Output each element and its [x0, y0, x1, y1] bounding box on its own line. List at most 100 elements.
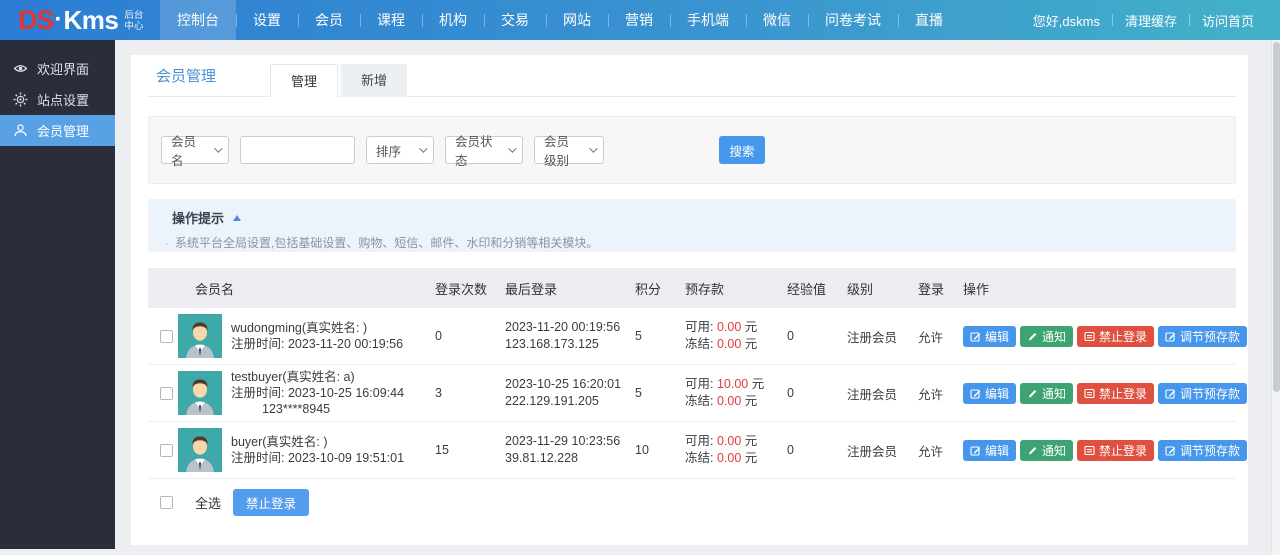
pencil-icon	[1029, 332, 1037, 340]
top-menu-wechat[interactable]: 微信	[746, 0, 808, 40]
logo-dot: ·	[54, 6, 63, 33]
notify-button[interactable]: 通知	[1020, 382, 1074, 404]
login-status: 允许	[918, 387, 944, 402]
header-level: 级别	[847, 281, 874, 297]
row-actions: 编辑 通知 禁止登录 调节预存款	[953, 439, 1248, 461]
visit-home-link[interactable]: 访问首页	[1190, 11, 1266, 30]
last-login-cell: 2023-11-20 00:19:56 123.168.173.125	[495, 319, 625, 353]
deposit-frozen: 0.00	[716, 337, 742, 351]
bulk-action-row: 全选 禁止登录	[148, 489, 1236, 516]
login-count: 0	[435, 329, 442, 343]
row-checkbox[interactable]	[160, 387, 173, 401]
member-level: 注册会员	[847, 444, 898, 459]
exp-value: 0	[787, 329, 794, 343]
sidebar-item-site-settings[interactable]: 站点设置	[0, 84, 115, 115]
top-menu-courses[interactable]: 课程	[360, 0, 422, 40]
row-actions: 编辑 通知 禁止登录 调节预存款	[953, 325, 1248, 347]
tab-add-new[interactable]: 新增	[341, 64, 408, 97]
tips-text: · 系统平台全局设置,包括基础设置、购物、短信、邮件、水印和分销等相关模块。	[165, 236, 599, 250]
member-cell: testbuyer(真实姓名: a) 注册时间: 2023-10-25 16:0…	[178, 369, 425, 417]
header-exp: 经验值	[787, 281, 827, 297]
filter-bar: 会员名 排序 会员状态 会员级别 搜索	[148, 116, 1236, 184]
select-all-checkbox[interactable]	[160, 495, 173, 509]
member-name: buyer(真实姓名: )	[231, 435, 328, 449]
top-menu-settings[interactable]: 设置	[236, 0, 298, 40]
chevron-down-icon	[508, 144, 517, 153]
member-level-select[interactable]: 会员级别	[534, 135, 604, 168]
forbid-login-button[interactable]: 禁止登录	[1077, 382, 1155, 404]
notify-button[interactable]: 通知	[1020, 325, 1074, 347]
tips-title: 操作提示	[172, 211, 225, 226]
search-button[interactable]: 搜索	[719, 136, 765, 164]
operation-tips-panel: 操作提示 · 系统平台全局设置,包括基础设置、购物、短信、邮件、水印和分销等相关模…	[148, 199, 1236, 252]
last-login-time: 2023-11-20 00:19:56	[505, 320, 621, 334]
avatar	[178, 428, 222, 472]
ban-icon	[1084, 388, 1095, 398]
sort-select[interactable]: 排序	[366, 136, 434, 164]
sidebar-item-member-management[interactable]: 会员管理	[0, 115, 115, 146]
top-menu-live[interactable]: 直播	[898, 0, 960, 40]
top-menu-mobile[interactable]: 手机端	[670, 0, 746, 40]
deposit-available: 10.00	[716, 377, 749, 391]
member-status-select[interactable]: 会员状态	[445, 135, 523, 168]
top-menu: 控制台 设置 会员 课程 机构 交易 网站 营销 手机端 微信 问卷考试 直播	[160, 0, 960, 40]
member-name-select[interactable]: 会员名	[161, 135, 229, 168]
scrollbar-thumb[interactable]	[1273, 42, 1280, 392]
top-navbar: DS · Kms 后台 中心 控制台 设置 会员 课程 机构 交易 网站 营销 …	[0, 0, 1280, 40]
table-row: wudongming(真实姓名: ) 注册时间: 2023-11-20 00:1…	[148, 308, 1248, 365]
deposit-cell: 可用: 0.00 元 冻结: 0.00 元	[685, 320, 758, 351]
sidebar-item-welcome[interactable]: 欢迎界面	[0, 53, 115, 84]
member-level: 注册会员	[847, 387, 898, 402]
clear-cache-link[interactable]: 清理缓存	[1113, 11, 1189, 30]
edit-button[interactable]: 编辑	[963, 439, 1017, 461]
deposit-cell: 可用: 0.00 元 冻结: 0.00 元	[685, 434, 758, 465]
top-menu-console[interactable]: 控制台	[160, 0, 236, 40]
logo-kms: Kms	[63, 4, 119, 35]
deposit-available: 0.00	[716, 434, 742, 448]
notify-button[interactable]: 通知	[1020, 439, 1074, 461]
member-cell: buyer(真实姓名: ) 注册时间: 2023-10-09 19:51:01	[178, 428, 425, 472]
header-last-login: 最后登录	[505, 281, 558, 297]
row-checkbox[interactable]	[160, 444, 173, 458]
row-checkbox[interactable]	[160, 330, 173, 344]
deposit-available: 0.00	[716, 320, 742, 334]
tab-manage[interactable]: 管理	[270, 64, 339, 97]
app-logo[interactable]: DS · Kms 后台 中心	[0, 0, 160, 40]
logo-suffix: 后台 中心	[124, 10, 144, 32]
forbid-login-button[interactable]: 禁止登录	[1077, 325, 1155, 347]
eye-icon	[13, 61, 28, 76]
adjust-deposit-button[interactable]: 调节预存款	[1158, 382, 1248, 404]
greeting-user[interactable]: 您好,dskms	[1021, 11, 1112, 30]
user-icon	[13, 123, 28, 138]
adjust-deposit-button[interactable]: 调节预存款	[1158, 325, 1248, 347]
exp-value: 0	[787, 443, 794, 457]
top-menu-institutions[interactable]: 机构	[422, 0, 484, 40]
adjust-deposit-icon	[1165, 388, 1176, 399]
member-name: wudongming(真实姓名: )	[231, 321, 368, 335]
edit-icon	[970, 388, 981, 399]
table-row: testbuyer(真实姓名: a) 注册时间: 2023-10-25 16:0…	[148, 365, 1248, 422]
edit-button[interactable]: 编辑	[963, 325, 1017, 347]
keyword-input[interactable]	[240, 136, 355, 164]
sidebar: 欢迎界面 站点设置 会员管理	[0, 40, 115, 549]
tips-header[interactable]: 操作提示	[172, 208, 1236, 227]
edit-button[interactable]: 编辑	[963, 382, 1017, 404]
forbid-login-button[interactable]: 禁止登录	[1077, 439, 1155, 461]
table-row: buyer(真实姓名: ) 注册时间: 2023-10-09 19:51:01 …	[148, 422, 1248, 479]
avatar	[178, 371, 222, 415]
gear-icon	[13, 92, 28, 107]
top-menu-marketing[interactable]: 营销	[608, 0, 670, 40]
pencil-icon	[1029, 389, 1037, 397]
members-table: 会员名 登录次数 最后登录 积分 预存款 经验值 级别 登录 操作 wudong…	[148, 268, 1248, 516]
tab-bar: 管理 新增	[270, 64, 410, 97]
chevron-down-icon	[419, 144, 428, 153]
top-menu-members[interactable]: 会员	[298, 0, 360, 40]
top-menu-website[interactable]: 网站	[546, 0, 608, 40]
card-header: 会员管理 管理 新增	[148, 55, 1236, 97]
adjust-deposit-button[interactable]: 调节预存款	[1158, 439, 1248, 461]
top-menu-transactions[interactable]: 交易	[484, 0, 546, 40]
top-menu-survey[interactable]: 问卷考试	[808, 0, 898, 40]
table-header-row: 会员名 登录次数 最后登录 积分 预存款 经验值 级别 登录 操作	[148, 268, 1236, 308]
bulk-forbid-login-button[interactable]: 禁止登录	[233, 489, 310, 516]
vertical-scrollbar[interactable]	[1271, 40, 1280, 555]
